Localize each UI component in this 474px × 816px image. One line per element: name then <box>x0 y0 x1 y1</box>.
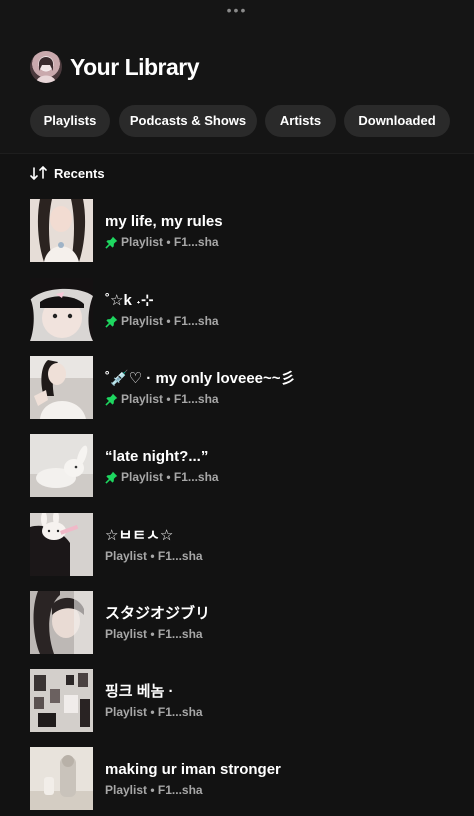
chip-podcasts-shows[interactable]: Podcasts & Shows <box>119 105 257 137</box>
sort-arrows-icon <box>30 166 47 180</box>
pin-icon <box>105 236 118 249</box>
playlist-subtitle: Playlist • F1...sha <box>105 627 203 641</box>
playlist-subtitle: Playlist • F1...sha <box>105 705 203 719</box>
playlist-title: making ur iman stronger <box>105 761 281 778</box>
playlist-cover <box>30 434 93 497</box>
list-item[interactable]: making ur iman stronger Playlist • F1...… <box>30 747 474 811</box>
sort-label: Recents <box>54 165 105 181</box>
list-item[interactable]: スタジオジブリ Playlist • F1...sha <box>30 591 474 655</box>
playlist-subtitle: Playlist • F1...sha <box>105 235 219 249</box>
playlist-meta: Playlist • F1...sha <box>121 314 219 328</box>
library-header: ••• Your Library Playlists Podcasts & Sh… <box>0 0 474 154</box>
playlist-meta: Playlist • F1...sha <box>121 470 219 484</box>
profile-avatar[interactable] <box>30 51 62 83</box>
playlist-cover <box>30 278 93 341</box>
playlist-cover <box>30 747 93 810</box>
playlist-cover <box>30 669 93 732</box>
pin-icon <box>105 471 118 484</box>
playlist-title: ˚☆k ˖⊹ <box>105 292 154 309</box>
list-item[interactable]: my life, my rules Playlist • F1...sha <box>30 199 474 263</box>
playlist-cover <box>30 199 93 262</box>
playlist-subtitle: Playlist • F1...sha <box>105 470 219 484</box>
sort-control[interactable]: Recents <box>30 164 105 182</box>
playlist-title: “late night?...” <box>105 448 209 465</box>
playlist-title: ☆ㅂㅌㅅ☆ <box>105 527 174 544</box>
chip-playlists[interactable]: Playlists <box>30 105 110 137</box>
playlist-cover <box>30 513 93 576</box>
playlist-meta: Playlist • F1...sha <box>105 783 203 797</box>
pin-icon <box>105 393 118 406</box>
playlist-subtitle: Playlist • F1...sha <box>105 783 203 797</box>
playlist-title: 핑크 베놈 · <box>105 683 174 700</box>
playlist-subtitle: Playlist • F1...sha <box>105 549 203 563</box>
more-options-icon[interactable]: ••• <box>0 3 474 17</box>
list-item[interactable]: ☆ㅂㅌㅅ☆ Playlist • F1...sha <box>30 513 474 577</box>
playlist-cover <box>30 591 93 654</box>
pin-icon <box>105 315 118 328</box>
playlist-title: ˚💉♡ · my only loveee~~彡 <box>105 370 296 387</box>
playlist-cover <box>30 356 93 419</box>
playlist-meta: Playlist • F1...sha <box>105 627 203 641</box>
playlist-meta: Playlist • F1...sha <box>105 705 203 719</box>
playlist-subtitle: Playlist • F1...sha <box>105 314 219 328</box>
list-item[interactable]: “late night?...” Playlist • F1...sha <box>30 434 474 498</box>
page-title: Your Library <box>70 54 200 80</box>
list-item[interactable]: 핑크 베놈 · Playlist • F1...sha <box>30 669 474 733</box>
playlist-meta: Playlist • F1...sha <box>121 235 219 249</box>
list-item[interactable]: ˚☆k ˖⊹ Playlist • F1...sha <box>30 278 474 342</box>
playlist-meta: Playlist • F1...sha <box>121 392 219 406</box>
playlist-meta: Playlist • F1...sha <box>105 549 203 563</box>
playlist-subtitle: Playlist • F1...sha <box>105 392 219 406</box>
playlist-title: スタジオジブリ <box>105 605 211 622</box>
list-item[interactable]: ˚💉♡ · my only loveee~~彡 Playlist • F1...… <box>30 356 474 420</box>
playlist-title: my life, my rules <box>105 213 223 230</box>
chip-downloaded[interactable]: Downloaded <box>344 105 450 137</box>
chip-artists[interactable]: Artists <box>265 105 336 137</box>
